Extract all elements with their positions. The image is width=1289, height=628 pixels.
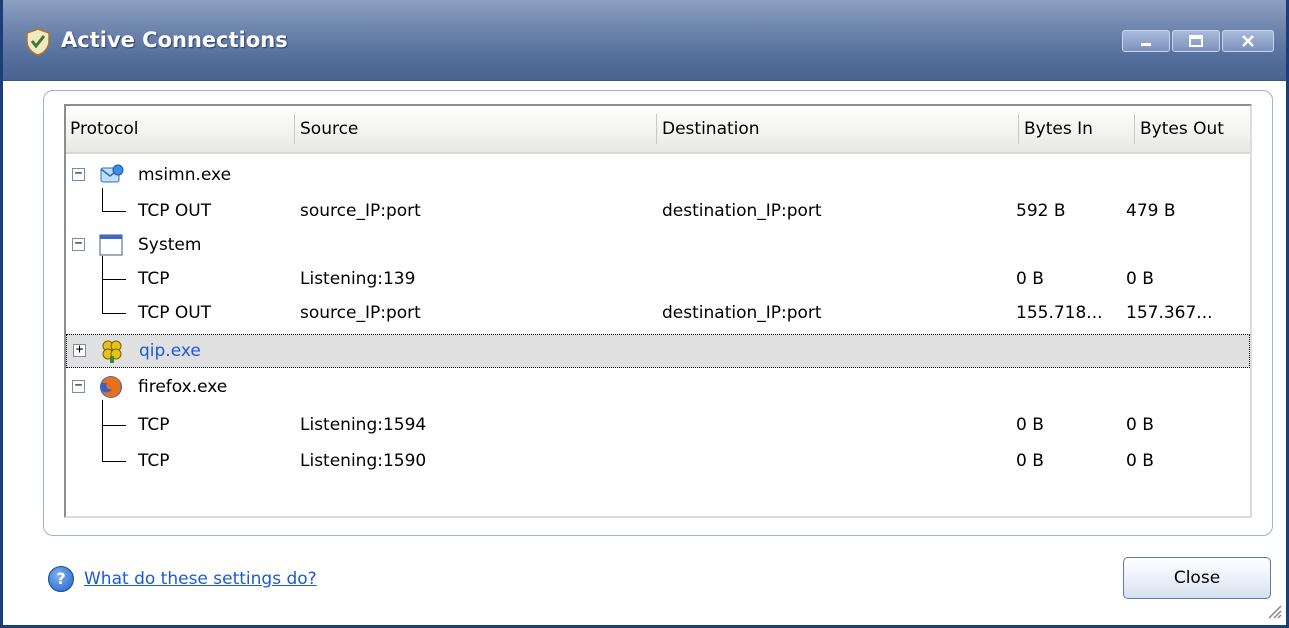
source-cell: source_IP:port [300,303,421,323]
help-section: ? What do these settings do? [48,566,317,592]
column-header-destination[interactable]: Destination [658,106,1018,152]
column-header-bytes-out[interactable]: Bytes Out [1136,106,1248,152]
tree-connector [102,425,126,426]
help-question-icon[interactable]: ? [48,566,74,592]
help-link[interactable]: What do these settings do? [84,569,317,589]
window-close-button[interactable] [1222,30,1274,52]
tree-connector [102,290,103,314]
protocol-cell: TCP [138,269,170,289]
system-window-icon [99,234,123,256]
bytes-in-cell: 0 B [1016,451,1044,471]
collapse-toggle[interactable]: − [72,167,85,181]
bytes-in-cell: 592 B [1016,201,1066,221]
protocol-cell: TCP OUT [138,303,212,323]
connection-row[interactable]: TCP Listening:139 0 B 0 B [66,256,1250,296]
destination-cell: destination_IP:port [662,303,822,323]
maximize-icon [1189,35,1203,47]
tree-connector [102,313,126,314]
window-title: Active Connections [61,28,288,52]
window-controls [1122,30,1274,52]
tree-connector [102,279,126,280]
bytes-in-cell: 0 B [1016,269,1044,289]
bytes-out-cell: 0 B [1126,415,1154,435]
column-header-bytes-in[interactable]: Bytes In [1020,106,1134,152]
outlook-express-icon [100,164,124,183]
process-row-firefox[interactable]: − firefox.exe [66,370,1250,404]
connection-row[interactable]: TCP Listening:1590 0 B 0 B [66,438,1250,478]
expand-toggle[interactable]: + [73,343,86,357]
process-row-qip[interactable]: + qip.exe [66,334,1250,368]
process-name: msimn.exe [138,165,232,185]
connection-row[interactable]: TCP OUT source_IP:port destination_IP:po… [66,188,1250,228]
minimize-button[interactable] [1122,30,1170,52]
qip-flower-icon [102,340,122,363]
source-cell: source_IP:port [300,201,421,221]
connection-row[interactable]: TCP Listening:1594 0 B 0 B [66,400,1250,444]
source-cell: Listening:1590 [300,451,427,471]
protocol-cell: TCP OUT [138,201,212,221]
column-header-protocol[interactable]: Protocol [66,106,294,152]
active-connections-window: Active Connections Protocol Source Desti… [0,0,1289,628]
process-row-msimn[interactable]: − msimn.exe [66,158,1250,192]
column-header-source[interactable]: Source [296,106,656,152]
bytes-out-cell: 157.367... [1126,303,1213,323]
close-button[interactable]: Close [1123,557,1271,599]
bytes-out-cell: 0 B [1126,451,1154,471]
connection-row[interactable]: TCP OUT source_IP:port destination_IP:po… [66,290,1250,330]
process-name: System [138,235,202,255]
process-row-system[interactable]: − System [66,228,1250,262]
column-separator[interactable] [656,114,657,144]
protocol-cell: TCP [138,415,170,435]
connections-tree-list[interactable]: Protocol Source Destination Bytes In Byt… [64,104,1252,518]
source-cell: Listening:1594 [300,415,427,435]
collapse-toggle[interactable]: − [72,379,85,393]
tree-connector [102,438,103,462]
close-icon [1242,35,1254,47]
tree-connector [102,188,103,212]
tree-connector [102,211,126,212]
column-header-row: Protocol Source Destination Bytes In Byt… [66,106,1250,154]
column-separator[interactable] [294,114,295,144]
bytes-out-cell: 0 B [1126,269,1154,289]
firefox-icon [100,376,122,398]
maximize-button[interactable] [1172,30,1220,52]
bytes-out-cell: 479 B [1126,201,1176,221]
tree-connector [102,461,126,462]
bytes-in-cell: 155.718... [1016,303,1103,323]
title-bar[interactable]: Active Connections [3,0,1286,81]
column-separator[interactable] [1134,114,1135,144]
minimize-icon [1141,43,1151,46]
process-name: firefox.exe [138,377,228,397]
collapse-toggle[interactable]: − [72,237,85,251]
resize-grip-icon[interactable] [1266,603,1282,619]
process-name: qip.exe [139,341,201,361]
column-separator[interactable] [1018,114,1019,144]
protocol-cell: TCP [138,451,170,471]
destination-cell: destination_IP:port [662,201,822,221]
shield-app-icon [26,28,50,56]
source-cell: Listening:139 [300,269,416,289]
bytes-in-cell: 0 B [1016,415,1044,435]
